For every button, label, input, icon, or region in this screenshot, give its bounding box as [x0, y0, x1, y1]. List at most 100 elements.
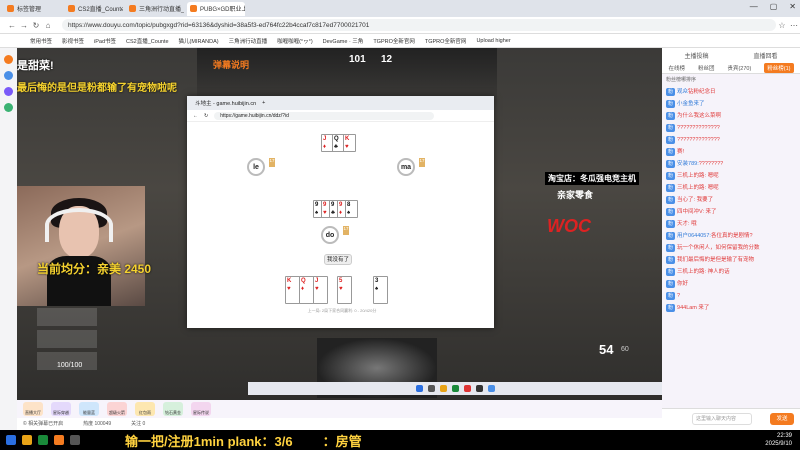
- gift-item[interactable]: 星际穿越: [51, 402, 71, 416]
- chat-message: 粉安装789:????????: [662, 158, 800, 170]
- chat-nick[interactable]: 小金鱼来了: [677, 101, 705, 107]
- bookmark[interactable]: iPad书签: [94, 37, 116, 45]
- hand-card[interactable]: 5 ♥: [337, 276, 352, 304]
- hand-card[interactable]: K ♥: [285, 276, 300, 304]
- fan-badge: 粉: [666, 136, 676, 144]
- bookmarks-bar: 常用书签 影视书签 iPad书签 CS2直播_Counte 猫儿(MIRANDA…: [0, 34, 800, 48]
- tab-fans[interactable]: 粉丝团: [698, 64, 715, 72]
- category-icon[interactable]: [4, 87, 13, 96]
- player-avatar-left: le: [247, 158, 265, 176]
- chat-text: 各位真的是剧情?: [710, 233, 753, 239]
- shop-banner: 淘宝店：冬瓜强电竞主机: [545, 172, 639, 185]
- back-icon[interactable]: ←: [6, 21, 18, 30]
- fan-badge: 粉: [666, 196, 676, 204]
- tab-online[interactable]: 在线榜: [668, 64, 685, 72]
- gift-item[interactable]: 钻石黄金: [163, 402, 183, 416]
- gift-item[interactable]: 超级火箭: [107, 402, 127, 416]
- fan-badge: 粉: [666, 172, 676, 180]
- bookmark[interactable]: CS2直播_Counte: [126, 37, 169, 45]
- tab-3[interactable]: PUBG×GD职业上线: [187, 1, 245, 16]
- app-icon: [475, 385, 483, 392]
- app-icon[interactable]: [70, 435, 80, 445]
- new-tab-icon[interactable]: +: [262, 100, 265, 106]
- fan-badge: 粉: [666, 220, 676, 228]
- chat-message: 粉当心了: 我要了: [662, 194, 800, 206]
- system-clock[interactable]: 22:39 2025/9/10: [765, 432, 792, 448]
- forward-icon[interactable]: →: [18, 21, 30, 30]
- windows-start-icon[interactable]: [6, 435, 16, 445]
- chat-text: 四中间冲V: 来了: [677, 209, 717, 215]
- doudizhu-game[interactable]: J ♦ Q ♣ K ♥ le 17 ma 17 9 ♠ 9 ♥ 9 ♣ 9 ♦ 8 ♠ do 1…: [187, 122, 494, 328]
- embedded-address-bar: ← ↻ https://game.huibijin.cn/ddz/?id: [187, 110, 494, 122]
- chat-text: 为什么我这么菜啊: [677, 113, 722, 119]
- url-field[interactable]: https://www.douyu.com/topic/pubgxgd?rid=…: [62, 19, 776, 31]
- hand-card[interactable]: 3 ♠: [373, 276, 388, 304]
- fan-badge: 粉: [666, 100, 676, 108]
- star-icon[interactable]: ☆: [776, 21, 788, 30]
- chat-message: 粉三机上的路: 嗯呢: [662, 170, 800, 182]
- bookmark[interactable]: Upload higher: [476, 38, 510, 44]
- minimize-icon[interactable]: —: [750, 2, 758, 11]
- bookmark[interactable]: 猫儿(MIRANDA): [179, 37, 219, 45]
- bookmark[interactable]: 影视书签: [62, 37, 84, 45]
- app-icon[interactable]: [38, 435, 48, 445]
- chat-message: 粉为什么我这么菜啊: [662, 110, 800, 122]
- embedded-tab[interactable]: 斗地主 - game.huibijin.cn: [195, 99, 256, 107]
- header-link[interactable]: 直播回看: [753, 51, 777, 60]
- close-icon[interactable]: ✕: [789, 2, 796, 11]
- fan-badge: 粉: [666, 256, 676, 264]
- home-icon[interactable]: [4, 55, 13, 64]
- tab-favicon-icon: [129, 5, 136, 12]
- status-left: © 相关弹幕已开启: [23, 421, 64, 427]
- chat-text: ?: [677, 293, 681, 299]
- bookmark[interactable]: 咖喱咖喱(°ヮ°): [277, 37, 313, 45]
- folder-icon: [439, 385, 447, 392]
- header-link[interactable]: 主播投稿: [684, 51, 708, 60]
- maximize-icon[interactable]: ▢: [770, 2, 778, 11]
- game-icon[interactable]: [4, 103, 13, 112]
- chat-nick[interactable]: 用户0644057:: [677, 233, 711, 239]
- chat-text: 钻粉纪念日: [688, 89, 716, 95]
- fan-badge: 粉: [666, 292, 676, 300]
- tab-1[interactable]: CS2直播_CounterStrike直播_C: [65, 2, 123, 16]
- back-icon[interactable]: ←: [193, 113, 198, 119]
- chat-message: 粉我们最后悔的是但是输了有宠物: [662, 254, 800, 266]
- tab-0[interactable]: 标签管理: [4, 2, 62, 16]
- follow-icon[interactable]: [4, 71, 13, 80]
- bookmark[interactable]: 三角洲行动直播: [229, 37, 268, 45]
- embedded-url-field[interactable]: https://game.huibijin.cn/ddz/?id: [214, 111, 434, 120]
- chat-nick[interactable]: 安装789:: [677, 161, 699, 167]
- browser-icon[interactable]: [54, 435, 64, 445]
- bookmark[interactable]: TGPRO全新官网: [425, 37, 467, 45]
- video-player[interactable]: 101 12 是甜菜! 最后悔的是但是粉都输了有宠物啦呢 弹幕说明 当前均分：亲…: [17, 48, 662, 400]
- bookmark[interactable]: 常用书签: [30, 37, 52, 45]
- gift-item[interactable]: 直播大厅: [23, 402, 43, 416]
- chat-input[interactable]: 这里输入聊天内容: [692, 413, 752, 425]
- chat-nick[interactable]: 观众: [677, 89, 688, 95]
- folder-icon[interactable]: [22, 435, 32, 445]
- bookmark[interactable]: TGPRO全新官网: [373, 37, 415, 45]
- card-count: 17: [343, 226, 349, 235]
- gift-item[interactable]: 星际传说: [191, 402, 211, 416]
- tab-vip[interactable]: 贵宾(270): [727, 64, 751, 72]
- send-button[interactable]: 发送: [770, 413, 794, 425]
- tab-fans-rank[interactable]: 粉丝榜(1): [764, 62, 794, 73]
- chat-text: 当心了: 我要了: [677, 197, 714, 203]
- bookmark[interactable]: DevGame · 三角: [323, 37, 364, 45]
- windows-taskbar: 输一把/注册1min plank：3/6 ：房管 22:39 2025/9/10: [0, 430, 800, 450]
- tab-2[interactable]: 三角洲行动直播_三角洲行动: [126, 2, 184, 16]
- tiktok-banner: 亲家零食: [557, 190, 594, 200]
- pass-button[interactable]: 我没有了: [324, 254, 352, 265]
- gift-item[interactable]: 红包雨: [135, 402, 155, 416]
- reload-icon[interactable]: ↻: [204, 113, 208, 119]
- hand-card[interactable]: Q ♦: [299, 276, 314, 304]
- menu-icon[interactable]: ⋯: [788, 21, 800, 30]
- reload-icon[interactable]: ↻: [30, 21, 42, 30]
- player-avatar-right: ma: [397, 158, 415, 176]
- hand-card[interactable]: J ♥: [313, 276, 328, 304]
- chat-text: 三机上的路: 神人的话: [677, 269, 730, 275]
- gift-item[interactable]: 能量蓝: [79, 402, 99, 416]
- home-icon[interactable]: ⌂: [42, 21, 54, 30]
- chat-message: 粉天才: 哦: [662, 218, 800, 230]
- chat-message: 粉你好: [662, 278, 800, 290]
